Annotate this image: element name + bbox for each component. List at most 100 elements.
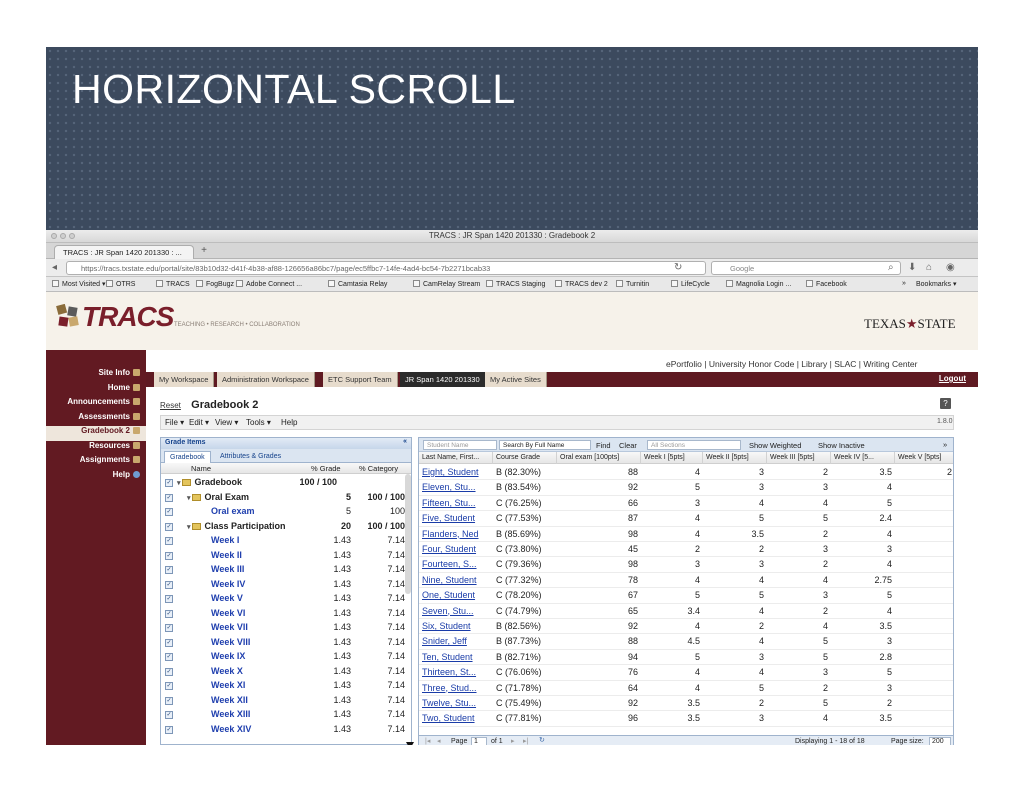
- score-cell[interactable]: [895, 511, 953, 526]
- score-cell[interactable]: 3: [703, 480, 767, 495]
- checkbox[interactable]: ✓: [165, 653, 173, 661]
- grade-item-row[interactable]: ✓ Week XIII 1.43 7.14: [161, 708, 405, 723]
- score-cell[interactable]: 4: [641, 573, 703, 588]
- score-cell[interactable]: [895, 573, 953, 588]
- student-name-link[interactable]: Six, Student: [419, 619, 493, 634]
- table-row[interactable]: Two, Student C (77.81%) 96 3.5 3 4 3.5: [419, 711, 953, 727]
- student-name-link[interactable]: Ten, Student: [419, 650, 493, 665]
- tool-home[interactable]: Home: [46, 383, 146, 398]
- student-name-link[interactable]: One, Student: [419, 588, 493, 603]
- course-grade-cell[interactable]: B (82.56%): [493, 619, 557, 634]
- student-name-link[interactable]: Two, Student: [419, 711, 493, 726]
- table-row[interactable]: Flanders, Ned B (85.69%) 98 4 3.5 2 4: [419, 527, 953, 542]
- score-cell[interactable]: 92: [557, 480, 641, 495]
- extension-icon[interactable]: ◉: [946, 262, 955, 273]
- bookmark-item[interactable]: TRACS Staging: [486, 280, 545, 288]
- column-pct-category[interactable]: % Category: [359, 464, 398, 473]
- tool-announcements[interactable]: Announcements: [46, 397, 146, 412]
- table-row[interactable]: Thirteen, St... C (76.06%) 76 4 4 3 5: [419, 665, 953, 681]
- checkbox[interactable]: ✓: [165, 551, 173, 560]
- score-cell[interactable]: 2: [767, 465, 831, 480]
- score-cell[interactable]: 3: [641, 496, 703, 511]
- next-page-icon[interactable]: ▸: [511, 737, 515, 745]
- table-row[interactable]: One, Student C (78.20%) 67 5 5 3 5: [419, 588, 953, 604]
- grade-item-name[interactable]: Week X: [211, 666, 243, 676]
- grid-column-header[interactable]: Oral exam [100pts]: [557, 452, 641, 464]
- score-cell[interactable]: 5: [831, 496, 895, 511]
- menu-tools[interactable]: Tools ▾: [246, 418, 271, 427]
- score-cell[interactable]: 3.5: [831, 619, 895, 634]
- student-name-input[interactable]: Student Name: [423, 440, 497, 450]
- course-grade-cell[interactable]: C (79.36%): [493, 557, 557, 572]
- student-name-link[interactable]: Fifteen, Stu...: [419, 496, 493, 511]
- student-name-link[interactable]: Eight, Student: [419, 465, 493, 480]
- student-name-link[interactable]: Thirteen, St...: [419, 665, 493, 680]
- bookmark-item[interactable]: Most Visited ▾: [52, 280, 105, 288]
- score-cell[interactable]: 96: [557, 711, 641, 726]
- page-number-input[interactable]: 1: [471, 737, 487, 745]
- site-tab-active-sites[interactable]: My Active Sites: [485, 372, 547, 387]
- score-cell[interactable]: 3: [767, 665, 831, 680]
- score-cell[interactable]: 76: [557, 665, 641, 680]
- score-cell[interactable]: 4: [641, 465, 703, 480]
- score-cell[interactable]: 98: [557, 527, 641, 542]
- score-cell[interactable]: 65: [557, 604, 641, 619]
- tool-gradebook[interactable]: Gradebook 2: [46, 426, 146, 441]
- score-cell[interactable]: 5: [703, 681, 767, 696]
- score-cell[interactable]: [895, 696, 953, 711]
- score-cell[interactable]: 4: [767, 496, 831, 511]
- help-icon[interactable]: ?: [940, 398, 951, 409]
- grade-item-name[interactable]: Week XI: [211, 680, 245, 690]
- magnifier-icon[interactable]: ⌕: [888, 262, 894, 273]
- grade-item-name[interactable]: Week VI: [211, 608, 245, 618]
- tab-attributes-grades[interactable]: Attributes & Grades: [215, 451, 286, 463]
- logout-link[interactable]: Logout: [939, 374, 966, 383]
- search-box[interactable]: Google: [711, 261, 901, 275]
- score-cell[interactable]: 3: [767, 480, 831, 495]
- tab-gradebook[interactable]: Gradebook: [164, 451, 211, 463]
- score-cell[interactable]: 4: [703, 665, 767, 680]
- find-button[interactable]: Find: [596, 441, 611, 450]
- collapse-icon[interactable]: «: [403, 438, 407, 445]
- score-cell[interactable]: [895, 480, 953, 495]
- clear-button[interactable]: Clear: [619, 441, 637, 450]
- site-tab-my-workspace[interactable]: My Workspace: [154, 372, 215, 387]
- first-page-icon[interactable]: |◂: [425, 737, 430, 745]
- score-cell[interactable]: 88: [557, 634, 641, 649]
- vertical-scrollbar[interactable]: [405, 474, 411, 594]
- score-cell[interactable]: 4: [641, 527, 703, 542]
- course-grade-cell[interactable]: C (77.81%): [493, 711, 557, 726]
- student-name-link[interactable]: Eleven, Stu...: [419, 480, 493, 495]
- grade-item-row[interactable]: ✓ Week XIV 1.43 7.14: [161, 723, 405, 738]
- score-cell[interactable]: 3: [767, 588, 831, 603]
- score-cell[interactable]: 3: [831, 681, 895, 696]
- top-links[interactable]: ePortfolio | University Honor Code | Lib…: [666, 359, 918, 369]
- score-cell[interactable]: 4: [703, 634, 767, 649]
- table-row[interactable]: Five, Student C (77.53%) 87 4 5 5 2.4: [419, 511, 953, 527]
- bookmark-item[interactable]: TRACS dev 2: [555, 280, 608, 288]
- score-cell[interactable]: 2: [767, 681, 831, 696]
- score-cell[interactable]: 67: [557, 588, 641, 603]
- grade-item-name[interactable]: Week IV: [211, 579, 245, 589]
- table-row[interactable]: Eight, Student B (82.30%) 88 4 3 2 3.5 2: [419, 465, 953, 481]
- score-cell[interactable]: 88: [557, 465, 641, 480]
- score-cell[interactable]: 2.75: [831, 573, 895, 588]
- score-cell[interactable]: 3.5: [831, 465, 895, 480]
- course-grade-cell[interactable]: C (74.79%): [493, 604, 557, 619]
- score-cell[interactable]: [895, 634, 953, 649]
- course-grade-cell[interactable]: C (71.78%): [493, 681, 557, 696]
- bookmark-item[interactable]: TRACS: [156, 280, 190, 288]
- bookmark-item[interactable]: OTRS: [106, 280, 135, 288]
- prev-page-icon[interactable]: ◂: [437, 737, 441, 745]
- checkbox[interactable]: ✓: [165, 508, 173, 516]
- grade-item-name[interactable]: ▾ Oral Exam: [187, 492, 249, 502]
- grade-item-row[interactable]: ✓ Week V 1.43 7.14: [161, 592, 405, 607]
- score-cell[interactable]: 3.5: [641, 696, 703, 711]
- grade-item-name[interactable]: Week XIV: [211, 724, 251, 734]
- bookmark-item[interactable]: Magnolia Login ...: [726, 280, 791, 288]
- bookmark-item[interactable]: Adobe Connect ...: [236, 280, 302, 288]
- table-row[interactable]: Six, Student B (82.56%) 92 4 2 4 3.5: [419, 619, 953, 635]
- score-cell[interactable]: 78: [557, 573, 641, 588]
- address-bar[interactable]: https://tracs.txstate.edu/portal/site/83…: [66, 261, 706, 275]
- checkbox[interactable]: ✓: [165, 595, 173, 603]
